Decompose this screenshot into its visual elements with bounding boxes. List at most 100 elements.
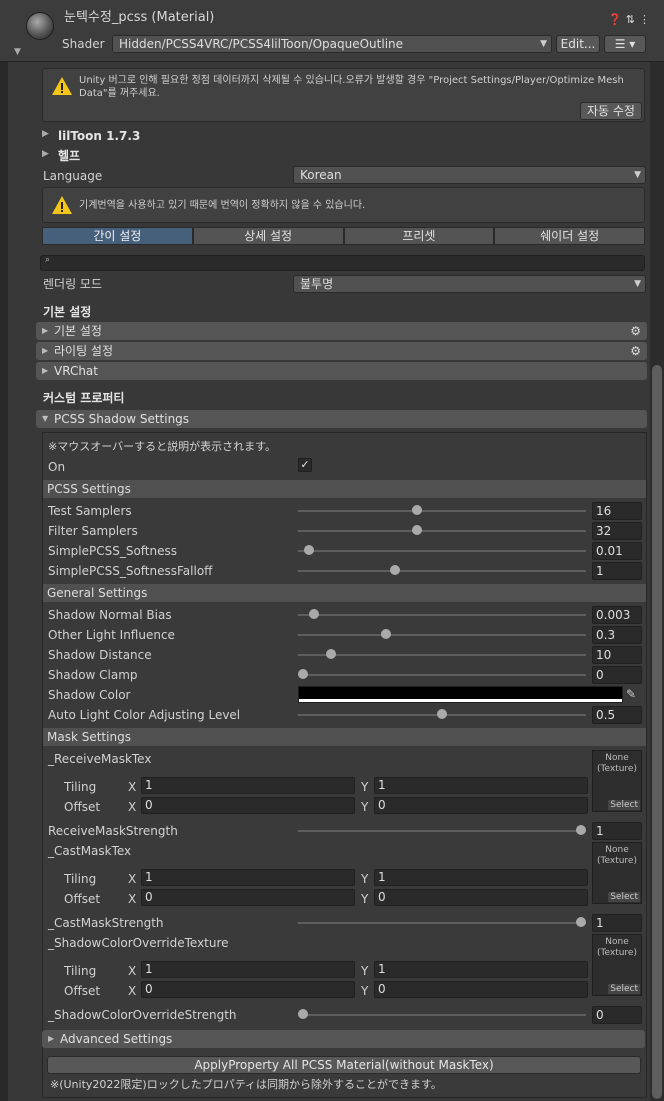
- foldout-vrchat[interactable]: ▶ VRChat: [36, 362, 647, 380]
- texture-none-label: None: [605, 937, 629, 947]
- tiling-y-field[interactable]: 1: [374, 869, 588, 886]
- foldout-advanced-settings[interactable]: ▶ Advanced Settings: [42, 1030, 645, 1048]
- language-value: Korean: [300, 168, 342, 182]
- gear-icon[interactable]: ⚙: [630, 342, 641, 360]
- chevron-down-icon: ▼: [540, 39, 547, 49]
- texture-name: _CastMaskTex: [48, 844, 132, 858]
- value-field[interactable]: 1: [592, 562, 642, 580]
- y-label: Y: [361, 892, 369, 906]
- slider-track[interactable]: [298, 510, 586, 512]
- slider-knob[interactable]: [576, 917, 586, 927]
- help-foldout-arrow-icon[interactable]: ▶: [42, 149, 49, 159]
- value-field[interactable]: 16: [592, 502, 642, 520]
- texture-slot[interactable]: None (Texture) Select: [592, 934, 642, 996]
- edit-shader-button[interactable]: Edit...: [556, 35, 600, 53]
- search-icon: ⌕: [45, 255, 51, 265]
- footer-note: ※(Unity2022限定)ロックしたプロパティは同期から除外することができます…: [50, 1078, 442, 1091]
- slider-track[interactable]: [298, 530, 586, 532]
- shader-dropdown[interactable]: Hidden/PCSS4VRC/PCSS4lilToon/OpaqueOutli…: [112, 35, 552, 53]
- offset-y-field[interactable]: 0: [374, 889, 588, 906]
- tiling-x-field[interactable]: 1: [141, 961, 355, 978]
- texture-slot[interactable]: None (Texture) Select: [592, 842, 642, 904]
- shadow-color-label: Shadow Color: [48, 688, 131, 702]
- slider-knob[interactable]: [298, 669, 308, 679]
- custom-properties-title: 커스텀 프로퍼티: [43, 391, 125, 405]
- value-field[interactable]: 0.3: [592, 626, 642, 644]
- shader-value: Hidden/PCSS4VRC/PCSS4lilToon/OpaqueOutli…: [119, 37, 404, 51]
- slider-knob[interactable]: [411, 505, 422, 515]
- language-dropdown[interactable]: Korean ▼: [293, 166, 646, 184]
- offset-x-field[interactable]: 0: [141, 981, 355, 998]
- help-icon[interactable]: ❓: [608, 13, 626, 26]
- slider-track[interactable]: [298, 830, 586, 832]
- value-field[interactable]: 0: [592, 666, 642, 684]
- tab-advanced-settings[interactable]: 상세 설정: [192, 227, 344, 245]
- slider-track[interactable]: [298, 674, 586, 676]
- value-field[interactable]: 32: [592, 522, 642, 540]
- slider-knob[interactable]: [389, 565, 400, 575]
- slider-track[interactable]: [298, 570, 586, 572]
- rendering-mode-dropdown[interactable]: 불투명 ▼: [293, 275, 646, 293]
- inspector-header: 눈텍수정_pcss (Material) Shader Hidden/PCSS4…: [0, 0, 664, 62]
- foldout-lighting-settings[interactable]: ▶ 라이팅 설정 ⚙: [36, 342, 647, 360]
- slider-track[interactable]: [298, 614, 586, 616]
- search-input[interactable]: ⌕: [40, 255, 645, 271]
- help-foldout[interactable]: 헬프: [58, 148, 80, 164]
- slider-track[interactable]: [298, 550, 586, 552]
- tiling-x-field[interactable]: 1: [141, 869, 355, 886]
- slider-knob[interactable]: [411, 525, 422, 535]
- value-field[interactable]: 0.01: [592, 542, 642, 560]
- slider-track[interactable]: [298, 634, 586, 636]
- kebab-menu-icon[interactable]: ⋮: [639, 13, 654, 26]
- auto-fix-button[interactable]: 자동 수정: [580, 102, 642, 120]
- offset-y-field[interactable]: 0: [374, 981, 588, 998]
- value-field[interactable]: 10: [592, 646, 642, 664]
- slider-knob[interactable]: [576, 825, 586, 835]
- tab-presets[interactable]: 프리셋: [343, 227, 495, 245]
- tiling-y-field[interactable]: 1: [374, 777, 588, 794]
- scrollbar-thumb[interactable]: [652, 365, 662, 1099]
- slider-knob[interactable]: [437, 709, 447, 719]
- shader-menu-button[interactable]: ☰ ▾: [604, 35, 646, 53]
- slider-track[interactable]: [298, 922, 586, 924]
- slider-knob[interactable]: [303, 545, 314, 555]
- gear-icon[interactable]: ⚙: [630, 322, 641, 340]
- offset-label: Offset: [64, 984, 101, 998]
- foldout-label: Advanced Settings: [60, 1032, 173, 1046]
- value-field[interactable]: 1: [592, 914, 642, 932]
- liltoon-foldout-arrow-icon[interactable]: ▶: [42, 129, 49, 139]
- liltoon-version[interactable]: lilToon 1.7.3: [58, 128, 140, 144]
- slider-knob[interactable]: [325, 649, 336, 659]
- x-label: X: [128, 780, 137, 794]
- texture-select-button[interactable]: Select: [608, 892, 640, 902]
- presets-icon[interactable]: ⇅: [626, 13, 639, 26]
- value-field[interactable]: 1: [592, 822, 642, 840]
- tiling-y-field[interactable]: 1: [374, 961, 588, 978]
- slider-track[interactable]: [298, 1014, 586, 1016]
- on-checkbox[interactable]: ✓: [298, 458, 312, 472]
- collapse-arrow-icon[interactable]: ▼: [14, 44, 21, 60]
- texture-select-button[interactable]: Select: [608, 800, 640, 810]
- x-label: X: [128, 800, 137, 814]
- slider-knob[interactable]: [298, 1009, 308, 1019]
- foldout-basic-settings[interactable]: ▶ 기본 설정 ⚙: [36, 322, 647, 340]
- rendering-mode-value: 불투명: [300, 277, 334, 291]
- apply-property-button[interactable]: ApplyProperty All PCSS Material(without …: [47, 1056, 641, 1074]
- foldout-pcss-shadow-settings[interactable]: ▼ PCSS Shadow Settings: [36, 410, 647, 428]
- value-field[interactable]: 0.003: [592, 606, 642, 624]
- offset-x-field[interactable]: 0: [141, 797, 355, 814]
- y-label: Y: [361, 872, 369, 886]
- tiling-x-field[interactable]: 1: [141, 777, 355, 794]
- tab-simple-settings[interactable]: 간이 설정: [42, 227, 193, 245]
- shadow-color-field[interactable]: [298, 686, 623, 703]
- texture-slot[interactable]: None (Texture) Select: [592, 750, 642, 812]
- slider-track[interactable]: [298, 654, 586, 656]
- value-field[interactable]: 0.5: [592, 706, 642, 724]
- offset-x-field[interactable]: 0: [141, 889, 355, 906]
- x-label: X: [128, 892, 137, 906]
- value-field[interactable]: 0: [592, 1006, 642, 1024]
- eyedropper-icon[interactable]: ✎: [626, 686, 636, 702]
- tab-shader-settings[interactable]: 쉐이더 설정: [494, 227, 645, 245]
- texture-select-button[interactable]: Select: [608, 984, 640, 994]
- offset-y-field[interactable]: 0: [374, 797, 588, 814]
